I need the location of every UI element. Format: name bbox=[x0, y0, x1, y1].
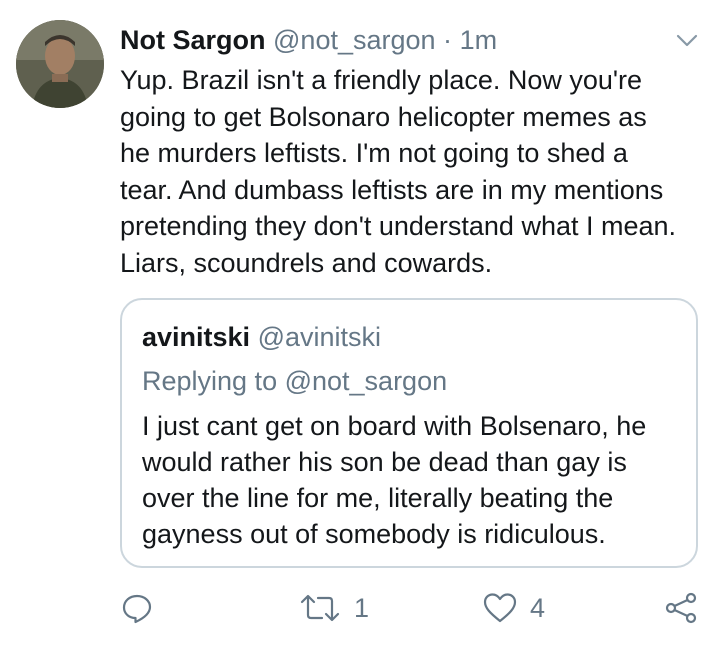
avatar[interactable] bbox=[16, 20, 104, 108]
retweet-count: 1 bbox=[354, 592, 370, 623]
like-button[interactable]: 4 bbox=[482, 588, 545, 628]
tweet-header: Not Sargon @not_sargon · 1m bbox=[120, 22, 680, 58]
quoted-tweet-header: avinitski @avinitski bbox=[142, 320, 381, 354]
reply-icon bbox=[122, 594, 152, 624]
chevron-down-icon bbox=[676, 34, 698, 47]
separator-dot: · bbox=[443, 25, 453, 55]
replying-to: Replying to @not_sargon bbox=[142, 364, 447, 398]
heart-icon bbox=[483, 593, 517, 623]
author-display-name[interactable]: Not Sargon bbox=[120, 25, 266, 55]
share-button[interactable] bbox=[664, 588, 698, 628]
timestamp[interactable]: 1m bbox=[460, 25, 498, 55]
quoted-tweet-text: I just cant get on board with Bolsenaro,… bbox=[142, 411, 647, 549]
quoted-handle: @avinitski bbox=[257, 322, 382, 352]
retweet-button[interactable]: 1 bbox=[298, 588, 369, 628]
tweet-menu-button[interactable] bbox=[672, 26, 702, 56]
author-handle[interactable]: @not_sargon bbox=[273, 25, 436, 55]
reply-button[interactable] bbox=[120, 588, 166, 628]
like-count: 4 bbox=[530, 592, 546, 623]
retweet-icon bbox=[300, 594, 340, 622]
quoted-display-name: avinitski bbox=[142, 322, 251, 352]
tweet-actions: 1 4 bbox=[120, 588, 710, 628]
share-icon bbox=[665, 592, 697, 624]
avatar-image bbox=[16, 20, 104, 108]
quoted-tweet[interactable]: avinitski @avinitski Replying to @not_sa… bbox=[120, 298, 698, 568]
replying-to-handle[interactable]: @not_sargon bbox=[285, 366, 448, 396]
replying-to-prefix: Replying to bbox=[142, 366, 285, 396]
tweet-text: Yup. Brazil isn't a friendly place. Now … bbox=[120, 65, 677, 278]
